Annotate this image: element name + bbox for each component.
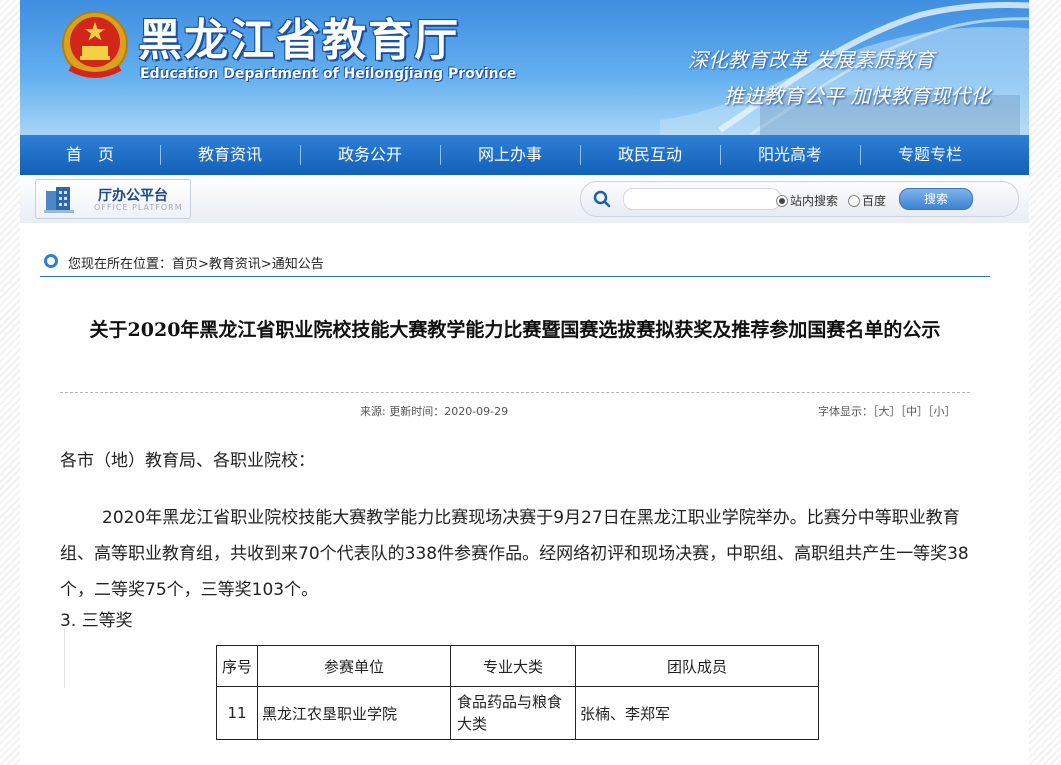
radio-baidu-indicator[interactable] [848, 194, 860, 207]
slogan-line-2: 推进教育公平 加快教育现代化 [724, 84, 991, 108]
table-cell: 11 [216, 686, 258, 740]
table-header-cell: 专业大类 [450, 645, 576, 687]
radio-site-search[interactable]: 站内搜索 [776, 192, 838, 209]
article-paragraph: 2020年黑龙江省职业院校技能大赛教学能力比赛现场决赛于9月27日在黑龙江职业学… [60, 508, 969, 600]
table-header-row: 序号 参赛单位 专业大类 团队成员 [216, 645, 819, 687]
nav-item-government-affairs[interactable]: 政务公开 [300, 135, 440, 175]
toolbar: 厅办公平台 OFFICE PLATFORM 站内搜索 百度 搜索 [20, 175, 1029, 223]
nav-item-public-interaction[interactable]: 政民互动 [580, 135, 720, 175]
office-platform-button[interactable]: 厅办公平台 OFFICE PLATFORM [35, 179, 191, 219]
search-input[interactable] [623, 188, 781, 210]
table-cell: 张楠、李郑军 [575, 686, 819, 740]
table-header-cell: 序号 [216, 645, 258, 687]
breadcrumb-text: 您现在所在位置：首页>教育资讯>通知公告 [68, 257, 324, 272]
page-background-left [0, 0, 20, 765]
content-guide-line [64, 628, 65, 688]
header-banner: 黑龙江省教育厅 Education Department of Heilongj… [20, 0, 1029, 135]
table-row: 11 黑龙江农垦职业学院 食品药品与粮食大类 张楠、李郑军 [216, 686, 819, 740]
search-bar: 站内搜索 百度 搜索 [580, 181, 1019, 217]
section-heading: 3. 三等奖 [60, 611, 133, 631]
building-icon [44, 187, 74, 213]
slogan-line-1: 深化教育改革 发展素质教育 [688, 48, 935, 72]
site-title: 黑龙江省教育厅 [138, 15, 460, 66]
page-container: 黑龙江省教育厅 Education Department of Heilongj… [20, 0, 1029, 765]
radio-baidu[interactable]: 百度 [848, 192, 886, 209]
nav-item-special-topics[interactable]: 专题专栏 [860, 135, 1000, 175]
nav-item-online-services[interactable]: 网上办事 [440, 135, 580, 175]
office-platform-label-en: OFFICE PLATFORM [94, 203, 183, 212]
page-background-right [1029, 0, 1061, 765]
table-header-cell: 参赛单位 [257, 645, 451, 687]
nav-item-education-news[interactable]: 教育资讯 [160, 135, 300, 175]
table-cell: 食品药品与粮食大类 [450, 686, 576, 740]
main-navigation: 首 页 教育资讯 政务公开 网上办事 政民互动 阳光高考 专题专栏 [20, 135, 1029, 175]
table-cell: 黑龙江农垦职业学院 [257, 686, 451, 740]
office-platform-label: 厅办公平台 [98, 188, 168, 204]
table-header-cell: 团队成员 [575, 645, 819, 687]
title-divider [60, 392, 970, 393]
article-title: 关于2020年黑龙江省职业院校技能大赛教学能力比赛暨国赛选拔赛拟获奖及推荐参加国… [89, 319, 941, 341]
search-button[interactable]: 搜索 [899, 188, 973, 210]
radio-site-search-indicator[interactable] [776, 194, 788, 207]
article-salutation: 各市（地）教育局、各职业院校： [60, 451, 315, 471]
site-title-english: Education Department of Heilongjiang Pro… [140, 66, 517, 82]
national-emblem-icon [62, 11, 128, 78]
radio-site-search-label: 站内搜索 [790, 194, 839, 208]
radio-baidu-label: 百度 [862, 194, 887, 208]
breadcrumb: 您现在所在位置：首页>教育资讯>通知公告 [40, 248, 990, 277]
article-meta: 来源: 更新时间：2020-09-29 [360, 405, 509, 418]
awards-table: 序号 参赛单位 专业大类 团队成员 11 黑龙江农垦职业学院 食品药品与粮食大类… [216, 645, 819, 740]
search-icon [593, 190, 611, 208]
nav-item-home[interactable]: 首 页 [20, 135, 160, 175]
font-size-switcher[interactable]: 字体显示：［大］［中］［小］ [818, 403, 956, 419]
location-pin-icon [44, 254, 58, 268]
nav-item-sunshine-gaokao[interactable]: 阳光高考 [720, 135, 860, 175]
